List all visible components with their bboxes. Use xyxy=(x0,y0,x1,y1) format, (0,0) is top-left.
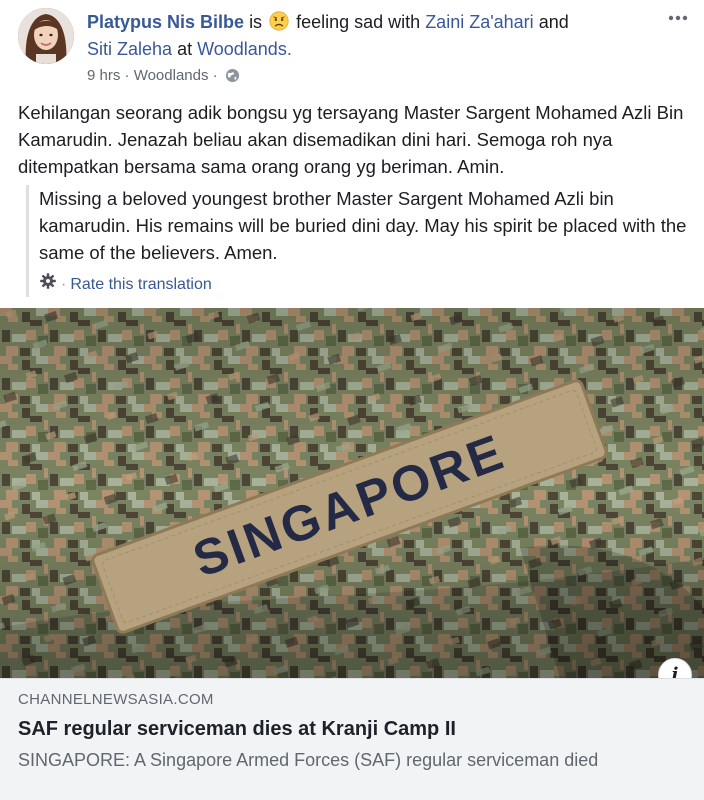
post-header-line-2: Siti Zaleha at Woodlands. xyxy=(87,37,292,61)
link-domain: CHANNELNEWSASIA.COM xyxy=(18,691,214,708)
rate-translation-link[interactable]: Rate this translation xyxy=(70,274,211,296)
translation-block: Missing a beloved youngest brother Maste… xyxy=(26,185,694,297)
globe-icon[interactable] xyxy=(225,68,240,89)
tagged-friend-1[interactable]: Zaini Za'ahari xyxy=(425,12,533,32)
tagged-friend-2[interactable]: Siti Zaleha xyxy=(87,39,172,59)
more-options-icon[interactable] xyxy=(666,10,690,30)
at-word: at xyxy=(177,39,193,59)
gear-icon[interactable] xyxy=(39,272,57,297)
link-description: SINGAPORE: A Singapore Armed Forces (SAF… xyxy=(18,750,599,770)
location-link[interactable]: Woodlands. xyxy=(197,39,292,59)
link-preview-card[interactable]: CHANNELNEWSASIA.COM SAF regular servicem… xyxy=(0,678,704,800)
is-word: is xyxy=(249,12,263,32)
post-body: Kehilangan seorang adik bongsu yg tersay… xyxy=(18,102,684,177)
link-title[interactable]: SAF regular serviceman dies at Kranji Ca… xyxy=(18,716,456,742)
meta-place[interactable]: Woodlands xyxy=(134,67,209,84)
rate-separator: · xyxy=(61,275,67,293)
sad-face-emoji-icon xyxy=(269,11,289,37)
rate-translation-row: · Rate this translation xyxy=(39,272,694,297)
and-word: and xyxy=(538,12,569,32)
shared-link-image[interactable]: SINGAPORE xyxy=(0,308,704,678)
meta-separator: · xyxy=(124,67,130,84)
translation-text: Missing a beloved youngest brother Maste… xyxy=(39,188,687,263)
author-name[interactable]: Platypus Nis Bilbe xyxy=(87,12,244,32)
post-meta: 9 hrs · Woodlands · xyxy=(87,66,240,89)
post-header-line-1: Platypus Nis Bilbe is feeling sad with Z… xyxy=(87,10,569,37)
post-time[interactable]: 9 hrs xyxy=(87,67,120,84)
feeling-text: feeling sad with xyxy=(296,12,421,32)
author-avatar[interactable] xyxy=(18,8,74,64)
post-header: Platypus Nis Bilbe is feeling sad with Z… xyxy=(0,0,704,92)
meta-separator-2: · xyxy=(212,67,218,84)
